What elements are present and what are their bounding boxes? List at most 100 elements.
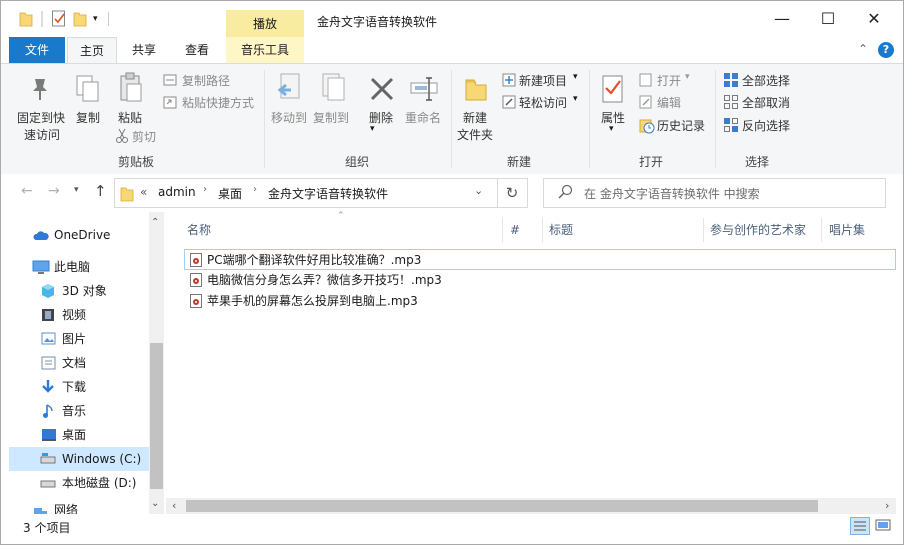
properties-qat-icon[interactable]	[51, 9, 67, 29]
easy-access-button[interactable]: 轻松访问	[519, 94, 567, 111]
scissors-icon	[115, 128, 129, 147]
scroll-down-icon[interactable]: ⌄	[151, 498, 159, 509]
new-item-icon	[501, 72, 517, 91]
nav-pane-scrollbar-thumb[interactable]	[150, 343, 163, 489]
column-header-number[interactable]: #	[510, 218, 520, 242]
new-item-button[interactable]: 新建项目	[519, 72, 567, 89]
nav-item-desktop[interactable]: 桌面	[9, 423, 149, 447]
open-button[interactable]: 打开	[657, 72, 681, 89]
tab-view[interactable]: 查看	[171, 37, 223, 63]
film-icon	[42, 309, 54, 321]
breadcrumb-current-folder[interactable]: 金舟文字语音转换软件	[268, 185, 388, 202]
nav-item-this-pc[interactable]: 此电脑	[9, 255, 149, 279]
new-folder-label-2: 文件夹	[457, 128, 494, 142]
nav-item-downloads[interactable]: 下载	[9, 375, 149, 399]
select-all-button[interactable]: 全部选择	[742, 72, 790, 89]
address-bar[interactable]: « admin › 桌面 › 金舟文字语音转换软件 ⌄	[114, 178, 498, 208]
help-icon[interactable]: ?	[878, 42, 894, 58]
back-arrow-icon[interactable]: ←	[21, 183, 33, 199]
file-row[interactable]: 电脑微信分身怎么弄？微信多开技巧！.mp3	[183, 270, 895, 290]
tab-file[interactable]: 文件	[9, 37, 65, 63]
properties-dropdown-icon[interactable]: ▾	[609, 124, 614, 134]
cut-button[interactable]: 剪切	[132, 128, 156, 145]
column-header-name[interactable]: 名称	[187, 218, 211, 242]
collapse-ribbon-icon[interactable]: ⌃	[858, 42, 868, 56]
details-view-icon[interactable]	[850, 517, 870, 535]
minimize-button[interactable]: —	[759, 5, 805, 33]
pin-quick-access-button[interactable]: 固定到快	[17, 109, 65, 126]
tab-music-tools[interactable]: 音乐工具	[226, 37, 304, 63]
copy-to-button[interactable]: 复制到	[313, 109, 349, 126]
edit-icon	[639, 95, 653, 112]
history-button[interactable]: 历史记录	[657, 117, 705, 134]
horizontal-scrollbar-thumb[interactable]	[186, 500, 818, 512]
recent-locations-dropdown-icon[interactable]: ▾	[74, 185, 79, 195]
column-divider[interactable]	[821, 218, 822, 242]
breadcrumb-chevron-icon[interactable]: ›	[253, 184, 257, 195]
edit-button[interactable]: 编辑	[657, 94, 681, 111]
open-dropdown-icon[interactable]: ▾	[685, 72, 690, 82]
refresh-icon[interactable]: ↻	[497, 178, 528, 208]
invert-selection-button[interactable]: 反向选择	[742, 117, 790, 134]
tab-home[interactable]: 主页	[67, 37, 117, 64]
column-divider[interactable]	[703, 218, 704, 242]
forward-arrow-icon[interactable]: →	[48, 183, 60, 199]
scroll-left-icon[interactable]: ‹	[172, 499, 176, 512]
copy-icon	[75, 74, 101, 107]
nav-item-documents[interactable]: 文档	[9, 351, 149, 375]
nav-item-network[interactable]: 网络	[9, 502, 149, 514]
nav-label: 下载	[62, 380, 87, 394]
column-header-album[interactable]: 唱片集	[829, 218, 865, 242]
search-box[interactable]: 在 金舟文字语音转换软件 中搜索	[543, 178, 886, 208]
breadcrumb-chevron-icon[interactable]: ›	[203, 184, 207, 195]
new-item-dropdown-icon[interactable]: ▾	[573, 72, 578, 82]
file-row[interactable]: 苹果手机的屏幕怎么投屏到电脑上.mp3	[183, 291, 895, 311]
tab-share[interactable]: 共享	[119, 37, 169, 63]
move-to-button[interactable]: 移动到	[271, 109, 307, 126]
new-folder-button[interactable]: 新建	[463, 109, 487, 126]
nav-item-videos[interactable]: 视频	[9, 303, 149, 327]
context-tab-play[interactable]: 播放	[226, 10, 304, 37]
nav-item-music[interactable]: 音乐	[9, 399, 149, 423]
nav-label: 本地磁盘 (D:)	[62, 476, 137, 490]
nav-item-windows-c[interactable]: Windows (C:)	[9, 447, 149, 471]
nav-item-3d-objects[interactable]: 3D 对象	[9, 279, 149, 303]
scroll-right-icon[interactable]: ›	[885, 499, 889, 512]
scroll-up-icon[interactable]: ⌃	[151, 217, 159, 228]
delete-dropdown-icon[interactable]: ▾	[370, 124, 375, 134]
nav-item-onedrive[interactable]: OneDrive	[9, 223, 149, 247]
copy-button[interactable]: 复制	[76, 109, 100, 126]
address-dropdown-icon[interactable]: ⌄	[474, 184, 483, 197]
rename-button[interactable]: 重命名	[405, 109, 441, 126]
paste-shortcut-button[interactable]: 粘贴快捷方式	[182, 94, 254, 111]
new-folder-qat-icon[interactable]	[73, 9, 87, 29]
column-header-artists[interactable]: 参与创作的艺术家	[710, 218, 806, 242]
up-arrow-icon[interactable]: ↑	[94, 182, 107, 200]
nav-item-pictures[interactable]: 图片	[9, 327, 149, 351]
breadcrumb-admin[interactable]: admin	[158, 185, 196, 199]
column-header-title[interactable]: 标题	[549, 218, 573, 242]
breadcrumb-overflow[interactable]: «	[140, 185, 147, 199]
group-label-select: 选择	[744, 155, 769, 169]
maximize-button[interactable]: ☐	[805, 5, 851, 33]
select-none-button[interactable]: 全部取消	[742, 94, 790, 111]
file-row[interactable]: PC端哪个翻译软件好用比较准确？.mp3	[184, 249, 896, 270]
network-icon	[34, 508, 47, 514]
qat-separator	[41, 11, 43, 27]
nav-label: 文档	[62, 356, 87, 370]
paste-button[interactable]: 粘贴	[118, 109, 142, 126]
easy-access-dropdown-icon[interactable]: ▾	[573, 94, 578, 104]
column-divider[interactable]	[502, 218, 503, 242]
copy-path-button[interactable]: 复制路径	[182, 72, 230, 89]
breadcrumb-desktop[interactable]: 桌面	[218, 185, 242, 202]
nav-label: OneDrive	[54, 228, 111, 242]
title-bar: ▾ 播放 金舟文字语音转换软件 — ☐ ✕	[1, 1, 903, 37]
mp3-file-icon	[190, 273, 202, 287]
close-button[interactable]: ✕	[851, 5, 897, 33]
large-icons-view-icon[interactable]	[875, 518, 891, 532]
picture-icon	[41, 332, 56, 345]
qat-dropdown-icon[interactable]: ▾	[93, 9, 103, 29]
nav-item-local-disk-d[interactable]: 本地磁盘 (D:)	[9, 471, 149, 495]
column-divider[interactable]	[542, 218, 543, 242]
group-separator	[451, 70, 452, 168]
